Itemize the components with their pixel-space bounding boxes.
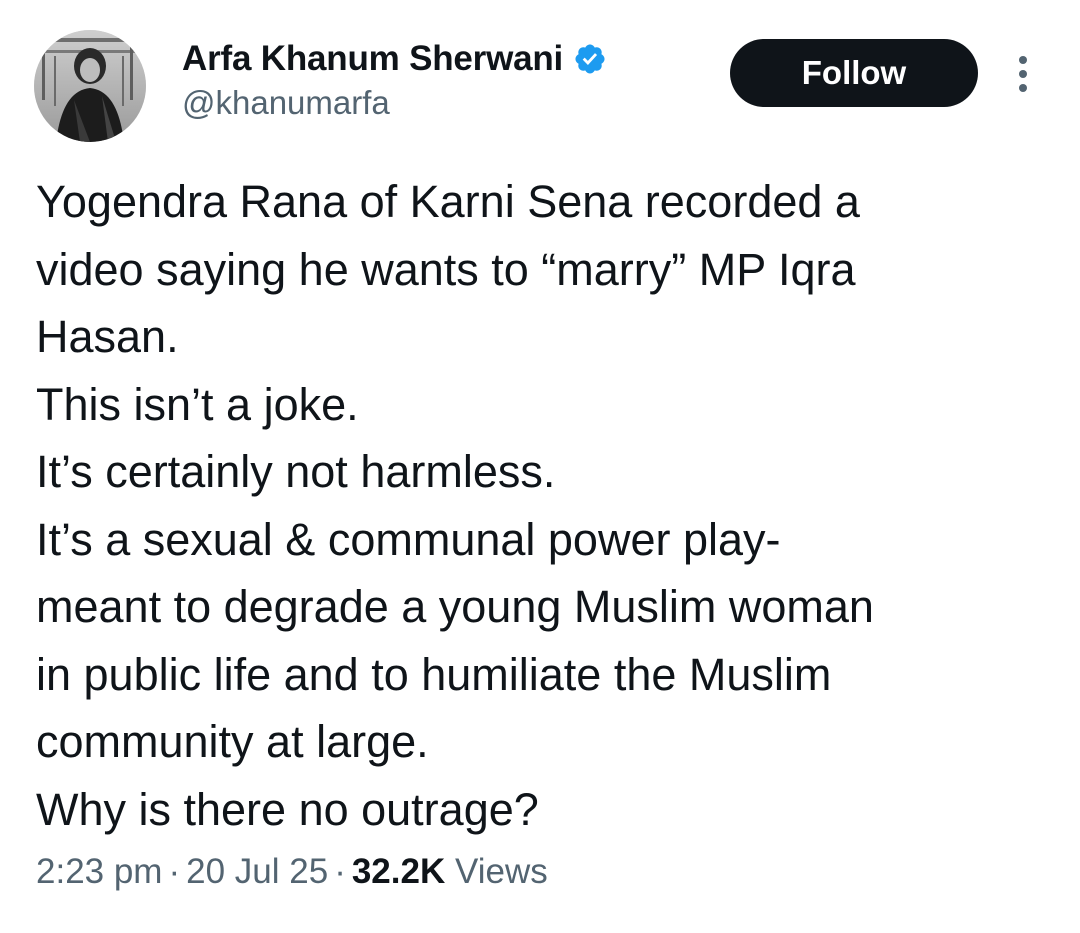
tweet-line: This isn’t a joke.	[36, 378, 359, 430]
tweet-line: in public life and to humiliate the Musl…	[36, 648, 832, 700]
tweet-line: It’s certainly not harmless.	[36, 446, 556, 497]
views-label: Views	[454, 852, 548, 891]
author-handle[interactable]: @khanumarfa	[182, 84, 390, 122]
tweet-date[interactable]: 20 Jul 25	[186, 852, 328, 891]
meta-separator: ·	[334, 852, 346, 891]
tweet-line: Why is there no outrage?	[36, 783, 539, 835]
tweet-time[interactable]: 2:23 pm	[36, 852, 162, 891]
verified-badge-icon[interactable]	[573, 42, 607, 76]
avatar[interactable]	[34, 30, 146, 142]
follow-button[interactable]: Follow	[730, 39, 978, 107]
tweet-line: video saying he wants to “marry” MP Iqra	[36, 243, 856, 295]
tweet-line: meant to degrade a young Muslim woman	[36, 581, 874, 632]
views-count: 32.2K	[351, 852, 446, 891]
meta-separator: ·	[168, 852, 181, 891]
tweet-text: Yogendra Rana of Karni Sena recorded a v…	[36, 168, 1046, 843]
tweet-meta: 2:23 pm · 20 Jul 25 · 32.2K Views	[36, 852, 548, 892]
tweet-line: Hasan.	[36, 311, 179, 362]
author-display-name[interactable]: Arfa Khanum Sherwani	[182, 39, 563, 79]
tweet-line: It’s a sexual & communal power play-	[36, 513, 781, 565]
tweet-line: community at large.	[36, 716, 429, 767]
author-name-row: Arfa Khanum Sherwani	[182, 36, 607, 82]
tweet-line: Yogendra Rana of Karni Sena recorded a	[36, 176, 860, 227]
avatar-photo	[34, 30, 146, 142]
more-vertical-icon[interactable]	[1008, 52, 1038, 96]
